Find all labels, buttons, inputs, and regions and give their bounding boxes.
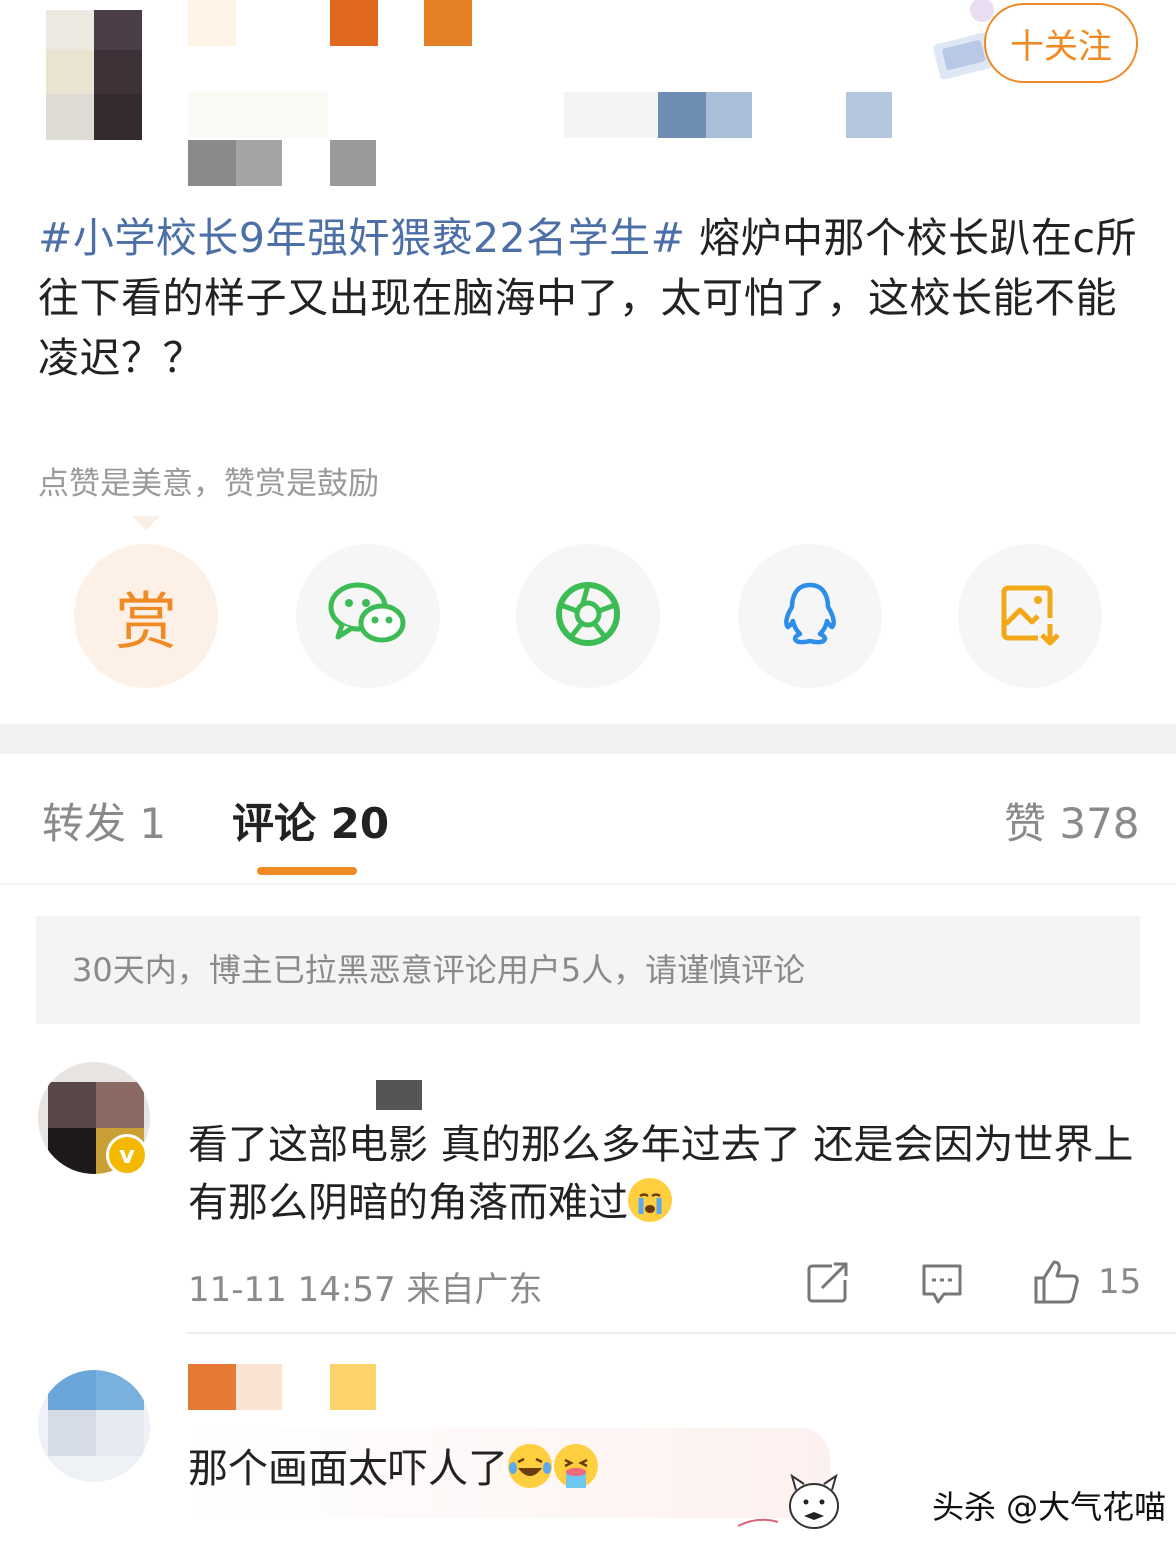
commenter-avatar[interactable] xyxy=(38,1370,150,1482)
reward-hint: 点赞是美意，赞赏是鼓励 xyxy=(38,466,379,502)
moments-icon xyxy=(553,579,623,653)
qq-icon xyxy=(778,579,842,653)
author-meta-blurred xyxy=(188,92,898,188)
verified-badge-icon: v xyxy=(106,1134,148,1176)
save-image-button[interactable] xyxy=(958,544,1102,688)
comment-divider xyxy=(186,1332,1176,1334)
laughing-tears-emoji-icon xyxy=(508,1444,552,1488)
share-moments-button[interactable] xyxy=(516,544,660,688)
reward-icon: 赏 xyxy=(114,585,177,658)
author-name-blurred[interactable] xyxy=(188,0,478,50)
watermark: 头杀 @大气花喵 xyxy=(932,1488,1167,1526)
comment-notice: 30天内，博主已拉黑恶意评论用户5人，请谨慎评论 xyxy=(36,916,1140,1024)
commenter-name-blurred[interactable] xyxy=(188,1080,428,1110)
post-hashtag[interactable]: #小学校长9年强奸猥亵22名学生# xyxy=(38,214,685,262)
tab-comments[interactable]: 评论 20 xyxy=(232,790,389,851)
tab-active-indicator xyxy=(257,867,357,875)
tab-reposts[interactable]: 转发 1 xyxy=(42,790,166,851)
share-wechat-button[interactable] xyxy=(296,544,440,688)
share-qq-button[interactable] xyxy=(738,544,882,688)
mascot-sticker xyxy=(737,1466,848,1532)
like-icon[interactable] xyxy=(1032,1258,1080,1310)
comment-icon[interactable] xyxy=(920,1262,964,1310)
follow-button[interactable]: 十关注 xyxy=(984,3,1138,83)
reward-button[interactable]: 赏 xyxy=(74,544,218,688)
save-image-icon xyxy=(998,582,1062,650)
commenter-name-blurred[interactable] xyxy=(188,1364,388,1410)
hint-pointer xyxy=(132,516,160,530)
crying-emoji-icon xyxy=(628,1178,672,1222)
author-avatar[interactable] xyxy=(46,10,142,140)
post-body: #小学校长9年强奸猥亵22名学生# 熔炉中那个校长趴在c所往下看的样子又出现在脑… xyxy=(38,208,1148,388)
comment-text: 看了这部电影 真的那么多年过去了 还是会因为世界上有那么阴暗的角落而难过 xyxy=(188,1122,1134,1226)
tabs-divider xyxy=(0,883,1176,885)
repost-icon[interactable] xyxy=(806,1262,850,1308)
section-divider xyxy=(0,724,1176,754)
like-count: 15 xyxy=(1098,1262,1142,1302)
wechat-icon xyxy=(328,579,408,653)
tab-likes[interactable]: 赞 378 xyxy=(1004,790,1140,851)
vomiting-emoji-icon xyxy=(554,1444,598,1488)
comment-meta: 11-11 14:57 来自广东 xyxy=(188,1270,543,1310)
